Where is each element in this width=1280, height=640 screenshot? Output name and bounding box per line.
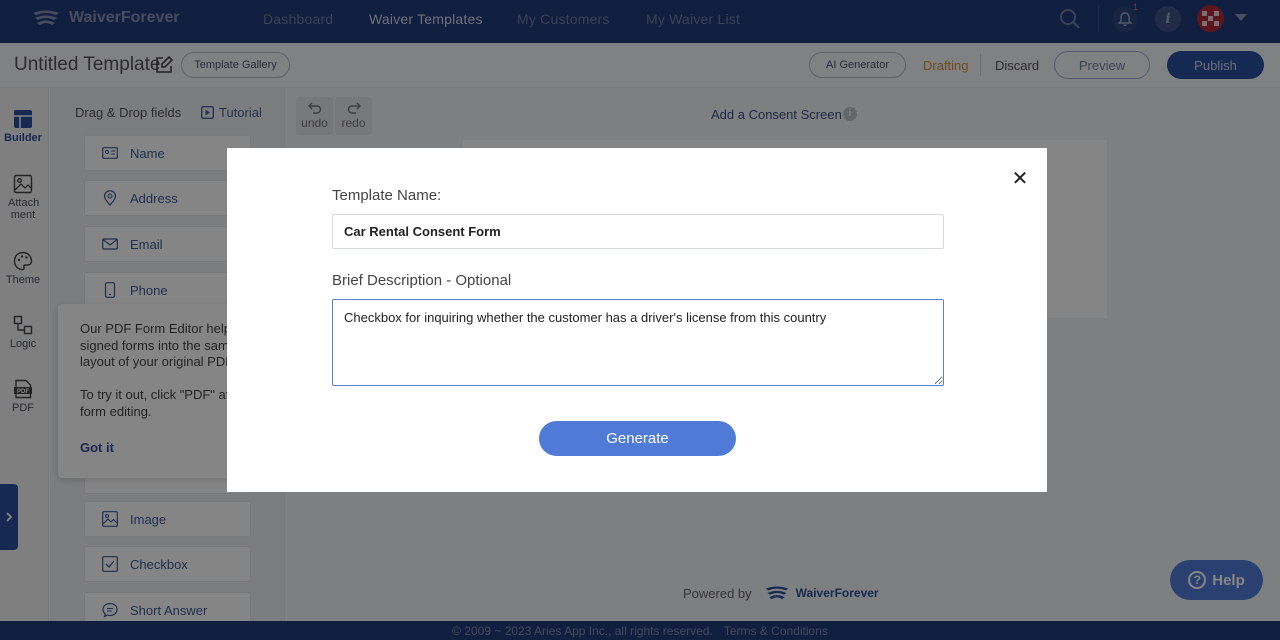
description-label: Brief Description - Optional: [332, 272, 512, 289]
generate-button[interactable]: Generate: [539, 421, 736, 456]
template-name-input[interactable]: [332, 214, 944, 249]
description-textarea[interactable]: Checkbox for inquiring whether the custo…: [332, 299, 944, 386]
generate-template-dialog: ✕ Template Name: Brief Description - Opt…: [227, 148, 1047, 492]
close-icon[interactable]: ✕: [1011, 169, 1029, 189]
template-name-label: Template Name:: [332, 187, 442, 204]
